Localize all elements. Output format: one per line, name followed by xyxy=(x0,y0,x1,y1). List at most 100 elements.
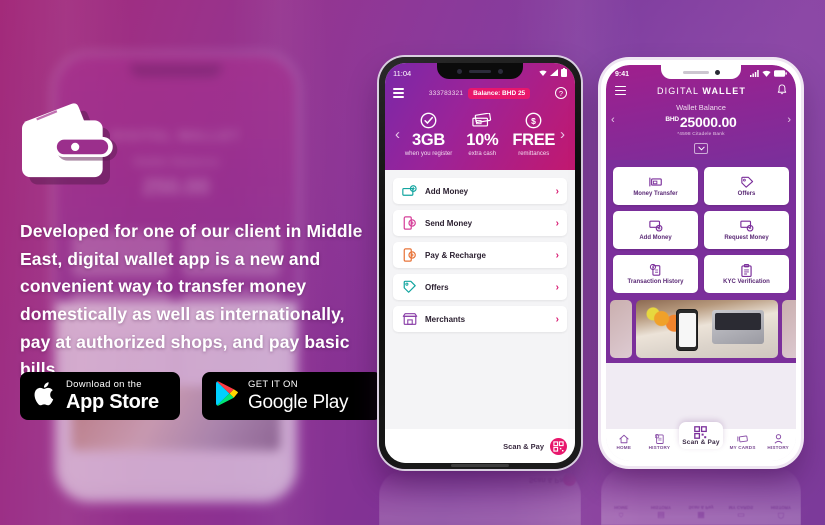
money-transfer-icon xyxy=(648,176,663,189)
google-play-badge[interactable]: GET IT ON Google Play xyxy=(202,372,382,420)
photo-phone-object xyxy=(676,309,698,351)
hamburger-menu-icon[interactable] xyxy=(393,88,404,98)
chevron-left-icon[interactable]: ‹ xyxy=(611,114,615,126)
speaker-icon xyxy=(682,70,709,74)
service-offers[interactable]: Offers xyxy=(704,167,789,205)
promo-item[interactable]: 10% extra cash xyxy=(466,111,499,158)
right-phone-notch xyxy=(661,65,741,79)
reflection-nav-label: HISTORY xyxy=(650,505,672,510)
right-app-title: DIGITAL WALLET xyxy=(657,86,746,96)
app-store-badge[interactable]: Download on the App Store xyxy=(20,372,180,420)
service-add-money[interactable]: Add Money xyxy=(613,211,698,249)
service-transaction-history[interactable]: Transaction History xyxy=(613,255,698,293)
help-icon[interactable]: ? xyxy=(555,87,567,99)
menu-item-label: Pay & Recharge xyxy=(425,250,486,260)
nav-item-history[interactable]: HISTORY xyxy=(643,433,675,450)
promo-photo-main[interactable] xyxy=(636,300,778,358)
service-money-transfer[interactable]: Money Transfer xyxy=(613,167,698,205)
history-icon xyxy=(643,433,675,444)
camera-icon xyxy=(498,68,503,74)
menu-item-send-money[interactable]: Send Money › xyxy=(393,210,567,236)
menu-item-offers[interactable]: Offers › xyxy=(393,274,567,300)
chevron-right-icon: › xyxy=(555,281,559,293)
service-label: Add Money xyxy=(639,234,672,241)
signal-icon xyxy=(550,69,558,78)
signal-icon xyxy=(750,69,759,79)
center-phone-header: 11:04 333783321 Balance: BHD 25 ? ‹ 3GB … xyxy=(385,63,575,170)
right-phone-mockup: 9:41 DIGITAL WALLET ‹ Wallet Balance BHD… xyxy=(601,60,801,466)
amount-value: 25000.00 xyxy=(679,114,737,130)
app-store-badge-small: Download on the xyxy=(66,378,142,390)
chevron-right-icon: › xyxy=(555,313,559,325)
reflection-nav-label: Scan & Pay xyxy=(688,505,714,510)
nav-item-home[interactable]: HOME xyxy=(608,433,640,450)
home-indicator xyxy=(451,464,509,467)
nav-item-my-cards[interactable]: MY CARDS xyxy=(727,433,759,450)
store-badges: Download on the App Store GET IT ON Goog… xyxy=(20,372,382,420)
offers-tag-icon xyxy=(740,176,754,189)
menu-item-label: Merchants xyxy=(425,314,466,324)
menu-item-add-money[interactable]: Add Money › xyxy=(393,178,567,204)
nav-item-label: HISTORY xyxy=(648,445,671,450)
cards-icon xyxy=(727,433,759,444)
chevron-right-icon: › xyxy=(555,249,559,261)
promo-headline: FREE xyxy=(512,131,556,149)
nav-item-profile[interactable]: HISTORY xyxy=(762,433,794,450)
battery-icon xyxy=(561,68,567,79)
service-kyc-verification[interactable]: KYC Verification xyxy=(704,255,789,293)
google-play-badge-small: GET IT ON xyxy=(248,379,298,391)
center-phone-screen: 11:04 333783321 Balance: BHD 25 ? ‹ 3GB … xyxy=(385,63,575,463)
menu-item-label: Offers xyxy=(425,282,449,292)
bell-icon[interactable] xyxy=(777,84,787,97)
reflection-scan-pay-label: Scan & Pay xyxy=(528,476,567,483)
center-phone-mockup: 11:04 333783321 Balance: BHD 25 ? ‹ 3GB … xyxy=(379,57,581,469)
menu-item-pay-recharge[interactable]: Pay & Recharge › xyxy=(393,242,567,268)
chevron-right-icon[interactable]: › xyxy=(787,114,791,126)
promo-photo-next[interactable] xyxy=(782,300,796,358)
hamburger-menu-icon[interactable] xyxy=(615,85,626,96)
nav-item-label: MY CARDS xyxy=(729,445,756,450)
right-balance-amount: BHD25000.00 xyxy=(615,114,787,130)
center-account-info: 333783321 Balance: BHD 25 xyxy=(428,87,531,99)
promo-item[interactable]: 3GB when you register xyxy=(405,111,452,158)
center-scan-pay-bar: Scan & Pay xyxy=(385,429,575,463)
wifi-icon xyxy=(539,69,547,78)
right-phone-reflection: ⌂ HOME ▤ HISTORY ▦ Scan & Pay ▭ MY CARDS ☖ HI… xyxy=(601,467,801,525)
promo-item[interactable]: $ FREE remittances xyxy=(512,111,555,158)
service-label: Offers xyxy=(737,190,756,197)
nav-item-scan-pay[interactable]: Scan & Pay xyxy=(678,422,723,449)
menu-item-label: Send Money xyxy=(425,218,473,228)
service-request-money[interactable]: Request Money xyxy=(704,211,789,249)
menu-item-merchants[interactable]: Merchants › xyxy=(393,306,567,332)
center-account-number: 333783321 xyxy=(428,89,464,97)
promo-headline: 10% xyxy=(466,131,499,149)
nav-item-label: Scan & Pay xyxy=(682,439,720,446)
app-title-light: DIGITAL xyxy=(657,85,703,96)
right-phone-header: 9:41 DIGITAL WALLET ‹ Wallet Balance BHD… xyxy=(606,65,796,160)
background-phone-nav xyxy=(66,447,286,487)
right-promo-carousel[interactable] xyxy=(606,293,796,363)
google-play-badge-label: Google Play xyxy=(248,391,349,413)
wallet-icon xyxy=(22,100,132,192)
reflection-nav-label: MY CARDS xyxy=(728,505,754,510)
add-money-icon xyxy=(648,220,663,233)
nav-item-label: HOME xyxy=(616,445,632,450)
kyc-clipboard-icon xyxy=(741,263,752,277)
qr-code-icon xyxy=(679,426,723,439)
camera-icon xyxy=(714,69,720,75)
center-menu-list: Add Money › Send Money › Pay & Recharge … xyxy=(385,170,575,332)
add-money-icon xyxy=(401,184,418,198)
center-balance-chip[interactable]: Balance: BHD 25 xyxy=(468,87,531,99)
apple-logo-icon xyxy=(33,380,57,413)
qr-code-icon[interactable] xyxy=(550,437,567,455)
battery-icon xyxy=(774,69,787,79)
service-label: Transaction History xyxy=(627,278,684,285)
nav-item-label: HISTORY xyxy=(767,445,789,450)
promo-photo-prev[interactable] xyxy=(610,300,632,358)
center-app-bar: 333783321 Balance: BHD 25 ? xyxy=(393,87,567,99)
chevron-down-icon[interactable] xyxy=(694,143,708,154)
hero-description: Developed for one of our client in Middl… xyxy=(20,221,363,380)
app-title-bold: WALLET xyxy=(702,85,746,96)
chevron-right-icon[interactable]: › xyxy=(560,126,565,143)
right-bank-line: *4598 Citadele Bank xyxy=(677,132,725,137)
